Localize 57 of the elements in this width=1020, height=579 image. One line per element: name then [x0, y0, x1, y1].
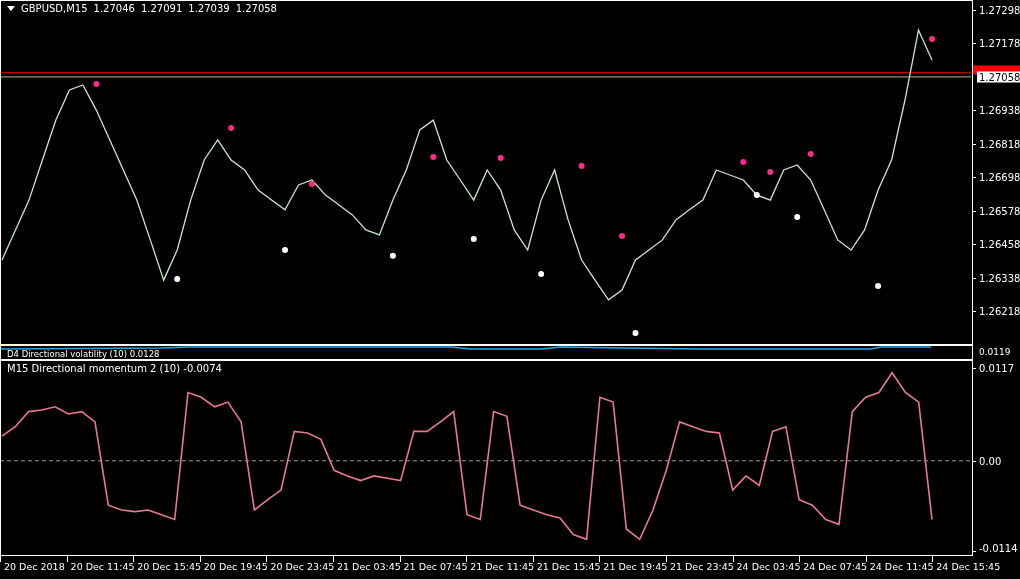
momentum-axis-label: 0.00	[978, 455, 1003, 467]
signal-dot	[632, 330, 639, 336]
indicator-title: D4 Directional volatility (10) 0.0128	[7, 349, 160, 359]
price-axis-label: 1.27298	[978, 4, 1020, 16]
time-axis-label: 24 Dec 11:45	[869, 561, 934, 572]
price-axis-label: 1.26578	[978, 205, 1020, 217]
time-axis-label: 21 Dec 11:45	[470, 561, 535, 572]
signal-dot	[794, 214, 801, 221]
time-axis-label: 21 Dec 15:45	[536, 561, 601, 572]
time-axis-label: 24 Dec 03:45	[736, 561, 801, 572]
price-axis-label: 1.26938	[978, 104, 1020, 116]
signal-dot	[228, 124, 235, 131]
time-axis-label: 24 Dec 07:45	[803, 561, 867, 572]
price-axis-label: 1.26818	[978, 138, 1020, 150]
signal-dot	[389, 252, 396, 259]
signal-dot	[875, 282, 882, 289]
signal-dot	[538, 270, 545, 277]
signal-dot	[807, 151, 814, 158]
time-axis-label: 21 Dec 03:45	[336, 561, 401, 572]
signal-dot	[753, 192, 760, 199]
signal-dot	[619, 233, 625, 240]
signal-dot	[174, 275, 181, 282]
time-axis-label: 20 Dec 11:45	[70, 561, 135, 572]
time-axis-label: 21 Dec 19:45	[603, 561, 668, 572]
time-axis-label: 20 Dec 19:45	[203, 561, 268, 572]
price-axis-label: 1.27178	[978, 37, 1020, 49]
signal-dot	[578, 163, 585, 170]
indicator-axis-label: 0.0119	[978, 347, 1012, 357]
indicator-title: M15 Directional momentum 2 (10) -0.0074	[7, 363, 222, 374]
price-axis-label: 1.26458	[978, 238, 1020, 250]
signal-dot	[430, 153, 437, 160]
dropdown-triangle-icon[interactable]	[7, 6, 15, 11]
time-axis-label: 24 Dec 15:45	[936, 561, 1001, 572]
price-axis-label: 1.26218	[978, 305, 1020, 317]
price-quote: 1.27091	[140, 3, 183, 14]
signal-dot	[767, 168, 774, 175]
momentum-axis-label: -0.0114	[978, 542, 1019, 554]
signal-dot	[497, 155, 504, 161]
time-axis-label: 20 Dec 2018	[4, 561, 65, 572]
signal-dot	[93, 80, 100, 87]
price-quote: 1.27039	[188, 3, 230, 14]
signal-dot	[929, 36, 935, 42]
signal-dot	[470, 236, 477, 243]
signal-dot	[282, 246, 289, 253]
signal-dot	[309, 180, 315, 187]
price-axis-label: 1.26338	[978, 272, 1020, 284]
time-axis-label: 20 Dec 23:45	[270, 561, 335, 572]
time-axis-label: 20 Dec 15:45	[137, 561, 202, 572]
signal-dot	[740, 158, 747, 165]
time-axis-label: 21 Dec 07:45	[403, 561, 468, 572]
time-axis-label: 21 Dec 23:45	[669, 561, 734, 572]
current-price-label: 1.27058	[977, 71, 1020, 83]
price-quote: 1.27058	[235, 3, 277, 14]
momentum-axis-label: 0.0117	[978, 362, 1015, 374]
price-quote: 1.27046	[93, 3, 135, 14]
symbol-label: GBPUSD,M15	[21, 3, 88, 14]
price-axis-label: 1.26698	[978, 171, 1020, 183]
